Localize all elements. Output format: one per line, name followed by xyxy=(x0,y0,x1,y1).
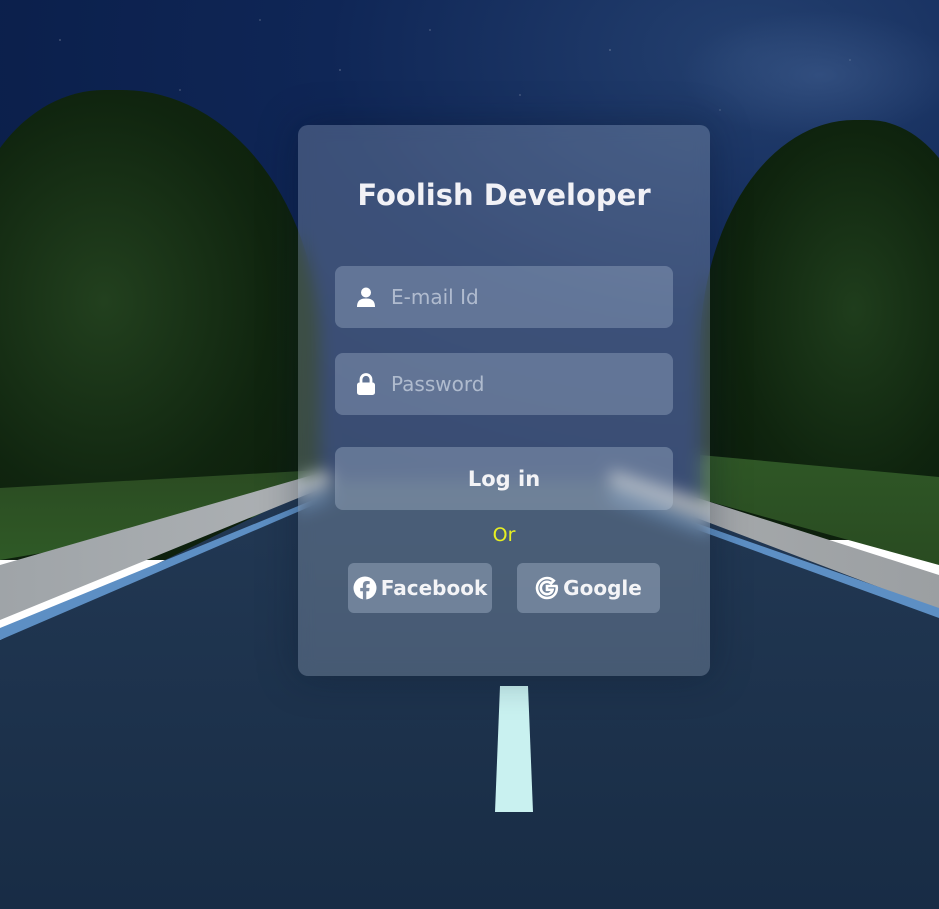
google-icon xyxy=(535,576,559,600)
password-input[interactable] xyxy=(391,372,651,396)
email-input[interactable] xyxy=(391,285,651,309)
or-divider: Or xyxy=(492,524,516,546)
google-login-button[interactable]: Google xyxy=(517,563,660,613)
facebook-label: Facebook xyxy=(380,576,488,600)
facebook-login-button[interactable]: Facebook xyxy=(348,563,492,613)
login-button[interactable]: Log in xyxy=(335,447,673,510)
brand-title: Foolish Developer xyxy=(357,178,651,212)
facebook-icon xyxy=(353,576,377,600)
email-field-container[interactable] xyxy=(335,266,673,328)
user-icon xyxy=(356,286,376,308)
lock-icon xyxy=(356,373,376,395)
google-label: Google xyxy=(563,576,642,600)
password-field-container[interactable] xyxy=(335,353,673,415)
road-center-dash xyxy=(495,686,533,812)
